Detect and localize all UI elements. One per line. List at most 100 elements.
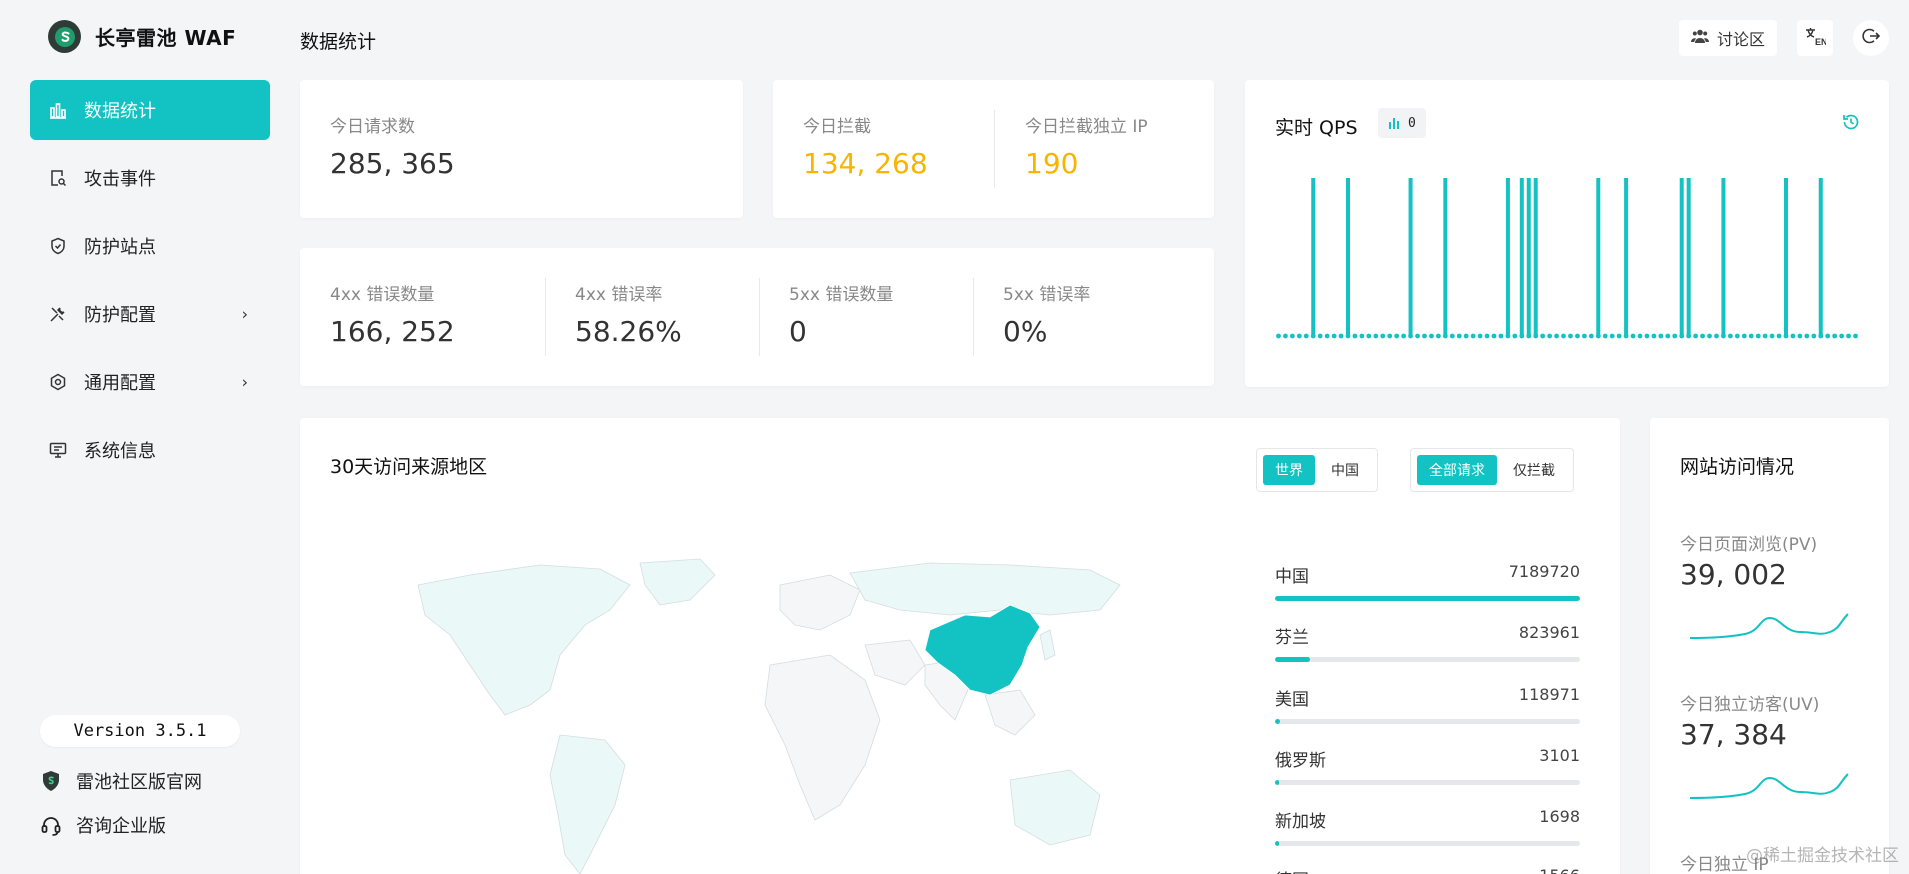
qps-point [1470, 333, 1476, 339]
community-site-link[interactable]: 雷池社区版官网 [40, 768, 202, 794]
qps-bar [1346, 178, 1350, 336]
qps-point [1387, 333, 1393, 339]
qps-point [1456, 333, 1462, 339]
qps-point [1352, 333, 1358, 339]
history-icon[interactable] [1841, 112, 1861, 136]
qps-point [1526, 333, 1532, 339]
qps-bar [1311, 178, 1316, 336]
qps-bar [1679, 178, 1684, 336]
nav-item-stats[interactable]: 数据统计 [30, 80, 270, 140]
nav-item-protection-config[interactable]: 防护配置 › [30, 284, 270, 344]
pv-sparkline [1690, 613, 1849, 639]
qps-point [1776, 333, 1782, 339]
qps-point [1442, 333, 1448, 339]
qps-point [1811, 333, 1817, 339]
divider [759, 278, 760, 356]
tools-icon [48, 304, 68, 324]
nav-item-label: 攻击事件 [84, 169, 156, 190]
qps-point [1665, 333, 1671, 339]
brand[interactable]: 长亭雷池 WAF [48, 20, 236, 53]
nav-item-attacks[interactable]: 攻击事件 [30, 148, 270, 208]
forum-button[interactable]: 讨论区 [1678, 20, 1777, 56]
rank-bar-fill [1275, 841, 1279, 846]
svg-text:EN: EN [1815, 37, 1826, 46]
qps-point [1373, 333, 1379, 339]
world-map[interactable] [410, 555, 1130, 874]
rank-name: 中国 [1275, 567, 1309, 587]
language-toggle-button[interactable]: EN [1797, 20, 1833, 56]
blocked-label: 今日拦截 [803, 117, 871, 137]
qps-bar [1596, 178, 1601, 336]
blocked-ip-label: 今日拦截独立 IP [1025, 117, 1148, 137]
qps-point [1519, 333, 1525, 339]
rank-bar-fill [1275, 719, 1281, 724]
qps-point [1533, 333, 1539, 339]
qps-point [1435, 333, 1441, 339]
scope-option-world[interactable]: 世界 [1263, 455, 1315, 485]
e4-rate-label: 4xx 错误率 [575, 285, 663, 305]
qps-point [1686, 333, 1692, 339]
divider [973, 278, 974, 356]
map-southeast-asia [984, 689, 1036, 736]
qps-point [1658, 333, 1664, 339]
today-blocks-card: 今日拦截 134, 268 今日拦截独立 IP 190 [773, 80, 1214, 218]
qps-point [1345, 333, 1351, 339]
scope-option-china[interactable]: 中国 [1319, 455, 1371, 485]
e4-count-value: 166, 252 [330, 315, 455, 348]
qps-title: 实时 QPS [1275, 117, 1358, 139]
map-middle-east [864, 639, 926, 686]
filter-option-all[interactable]: 全部请求 [1417, 455, 1497, 485]
nav-item-label: 系统信息 [84, 441, 156, 462]
qps-bar [1784, 178, 1788, 336]
qps-current-value: 0 [1408, 115, 1416, 131]
qps-point [1721, 333, 1726, 339]
blocked-ip-value: 190 [1025, 147, 1079, 180]
rank-value: 823961 [1518, 623, 1580, 642]
rank-name: 美国 [1275, 690, 1309, 710]
translate-icon: EN [1804, 26, 1828, 50]
map-japan [1039, 629, 1056, 661]
nav-item-label: 通用配置 [84, 373, 156, 394]
qps-point [1303, 333, 1309, 339]
scope-switch: 世界 中国 [1256, 448, 1378, 492]
rank-name: 新加坡 [1275, 812, 1326, 832]
qps-point [1588, 333, 1594, 339]
qps-point [1734, 333, 1740, 339]
nav-item-general-config[interactable]: 通用配置 › [30, 352, 270, 412]
qps-point [1637, 333, 1643, 339]
document-search-icon [48, 168, 68, 188]
version-badge: Version 3.5.1 [40, 715, 240, 747]
rank-bar [1275, 596, 1580, 601]
qps-point [1839, 333, 1845, 339]
qps-point [1289, 333, 1295, 339]
qps-point [1616, 333, 1622, 339]
qps-point [1790, 333, 1796, 339]
qps-point [1693, 333, 1699, 339]
realtime-qps-card: 实时 QPS 0 [1245, 80, 1889, 387]
qps-point [1741, 333, 1747, 339]
qps-point [1283, 333, 1288, 339]
forum-label: 讨论区 [1716, 30, 1765, 49]
rank-value: 7189720 [1508, 562, 1580, 581]
monitor-icon [48, 440, 68, 460]
divider [994, 110, 995, 188]
logout-button[interactable] [1853, 20, 1889, 56]
qps-bar [1519, 178, 1524, 336]
qps-bar [1505, 178, 1510, 336]
rank-row: 新加坡 1698 [1275, 807, 1580, 846]
filter-option-blocked[interactable]: 仅拦截 [1501, 455, 1567, 485]
qps-point [1575, 333, 1580, 339]
rank-value: 3101 [1539, 746, 1580, 765]
qps-point [1755, 333, 1761, 339]
rank-value: 1698 [1539, 807, 1580, 826]
nav-item-sites[interactable]: 防护站点 [30, 216, 270, 276]
qps-point [1561, 333, 1566, 339]
watermark: @稀土掘金技术社区 [1746, 846, 1899, 866]
uv-sparkline [1690, 773, 1849, 799]
rank-name: 芬兰 [1275, 628, 1309, 648]
rank-bar-fill [1275, 596, 1580, 601]
map-africa [764, 654, 881, 821]
qps-point [1401, 333, 1407, 339]
nav-item-system-info[interactable]: 系统信息 [30, 420, 270, 480]
enterprise-consult-link[interactable]: 咨询企业版 [40, 812, 166, 838]
